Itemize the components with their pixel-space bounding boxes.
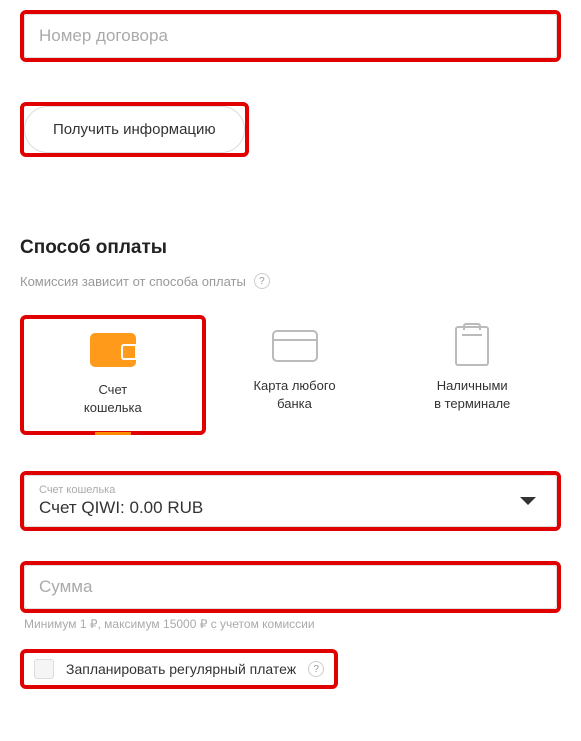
help-icon[interactable]: ? <box>254 273 270 289</box>
payment-methods-row: Счет кошелька Карта любого банка Наличны… <box>20 315 561 435</box>
amount-hint: Минимум 1 ₽, максимум 15000 ₽ с учетом к… <box>20 617 561 631</box>
card-icon <box>272 329 318 363</box>
payment-method-label: Карта любого банка <box>253 377 335 413</box>
payment-method-title: Способ оплаты <box>20 237 561 259</box>
account-select-value: Счет QIWI: 0.00 RUB <box>39 498 520 518</box>
schedule-wrapper: Запланировать регулярный платеж ? <box>20 649 338 689</box>
chevron-down-icon <box>520 497 536 505</box>
account-select-wrapper: Счет кошелька Счет QIWI: 0.00 RUB <box>20 471 561 531</box>
wallet-icon <box>90 333 136 367</box>
terminal-icon <box>449 329 495 363</box>
contract-number-wrapper <box>20 10 561 62</box>
account-select-label: Счет кошелька <box>39 484 520 496</box>
contract-number-input[interactable] <box>24 14 557 58</box>
get-info-button[interactable]: Получить информацию <box>24 106 245 153</box>
payment-method-terminal[interactable]: Наличными в терминале <box>383 315 561 435</box>
schedule-label: Запланировать регулярный платеж <box>66 661 296 677</box>
get-info-wrapper: Получить информацию <box>20 102 249 157</box>
payment-method-label: Наличными в терминале <box>434 377 510 413</box>
payment-method-card[interactable]: Карта любого банка <box>206 315 384 435</box>
amount-input[interactable] <box>24 565 557 609</box>
account-select[interactable]: Счет кошелька Счет QIWI: 0.00 RUB <box>24 475 557 527</box>
amount-wrapper <box>20 561 561 613</box>
schedule-checkbox[interactable] <box>34 659 54 679</box>
commission-note: Комиссия зависит от способа оплаты <box>20 274 246 289</box>
help-icon[interactable]: ? <box>308 661 324 677</box>
payment-method-wallet[interactable]: Счет кошелька <box>20 315 206 435</box>
commission-row: Комиссия зависит от способа оплаты ? <box>20 273 561 289</box>
payment-method-label: Счет кошелька <box>84 381 142 417</box>
